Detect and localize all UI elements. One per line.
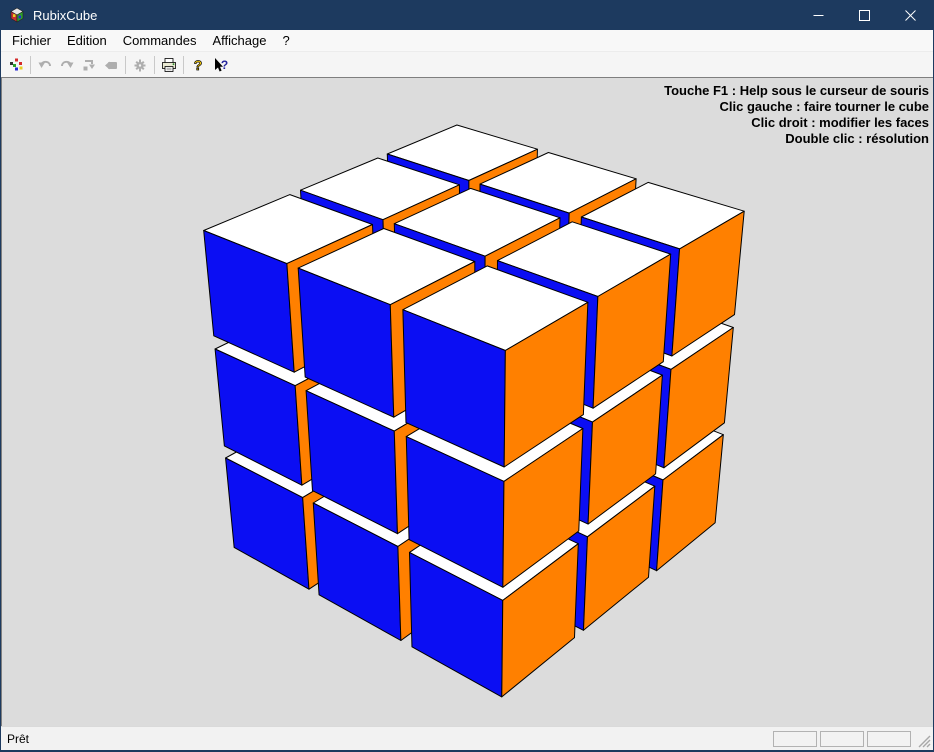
help-button[interactable]: ? [187,54,209,76]
new-cube-button[interactable] [5,54,27,76]
context-help-icon: ? [211,57,229,73]
svg-text:?: ? [194,57,203,73]
rotate-face-icon [103,57,119,73]
rotate-corner-icon [81,57,97,73]
help-line-f1: Touche F1 : Help sous le curseur de sour… [664,83,929,99]
status-pane [773,731,817,747]
context-help-button[interactable]: ? [209,54,231,76]
resize-grip[interactable] [918,735,931,748]
minimize-icon [813,10,824,21]
rotate-face-button[interactable] [100,54,122,76]
titlebar[interactable]: RubixCube [1,0,933,30]
close-button[interactable] [887,0,933,30]
help-icon: ? [190,57,206,73]
menu-affichage[interactable]: Affichage [204,31,274,50]
menu-aide[interactable]: ? [274,31,297,50]
redo-icon [59,57,75,73]
toolbar-separator [125,56,126,74]
statusbar: Prêt [1,726,933,750]
print-icon [161,57,177,73]
settings-gear-icon [132,57,148,73]
toolbar-separator [30,56,31,74]
help-overlay: Touche F1 : Help sous le curseur de sour… [664,83,929,147]
help-line-right-click: Clic droit : modifier les faces [664,115,929,131]
window-title: RubixCube [33,8,97,23]
cube-canvas[interactable]: Touche F1 : Help sous le curseur de sour… [1,77,933,726]
svg-text:?: ? [221,58,228,72]
undo-icon [37,57,53,73]
help-line-left-click: Clic gauche : faire tourner le cube [664,99,929,115]
app-window: RubixCube Fichier Edition Commandes Affi… [0,0,934,752]
settings-button[interactable] [129,54,151,76]
menubar: Fichier Edition Commandes Affichage ? [1,30,933,52]
menu-edition[interactable]: Edition [59,31,115,50]
close-icon [905,10,916,21]
undo-button[interactable] [34,54,56,76]
help-line-double-click: Double clic : résolution [664,131,929,147]
rotate-corner-button[interactable] [78,54,100,76]
status-pane [867,731,911,747]
status-text: Prêt [7,732,29,746]
minimize-button[interactable] [795,0,841,30]
new-cube-icon [8,57,24,73]
toolbar: ? ? [1,52,933,77]
toolbar-separator [183,56,184,74]
maximize-button[interactable] [841,0,887,30]
app-cube-icon [9,7,25,23]
maximize-icon [859,10,870,21]
menu-fichier[interactable]: Fichier [4,31,59,50]
rubik-cube-render[interactable] [2,78,933,726]
toolbar-separator [154,56,155,74]
status-pane [820,731,864,747]
menu-commandes[interactable]: Commandes [115,31,205,50]
print-button[interactable] [158,54,180,76]
redo-button[interactable] [56,54,78,76]
